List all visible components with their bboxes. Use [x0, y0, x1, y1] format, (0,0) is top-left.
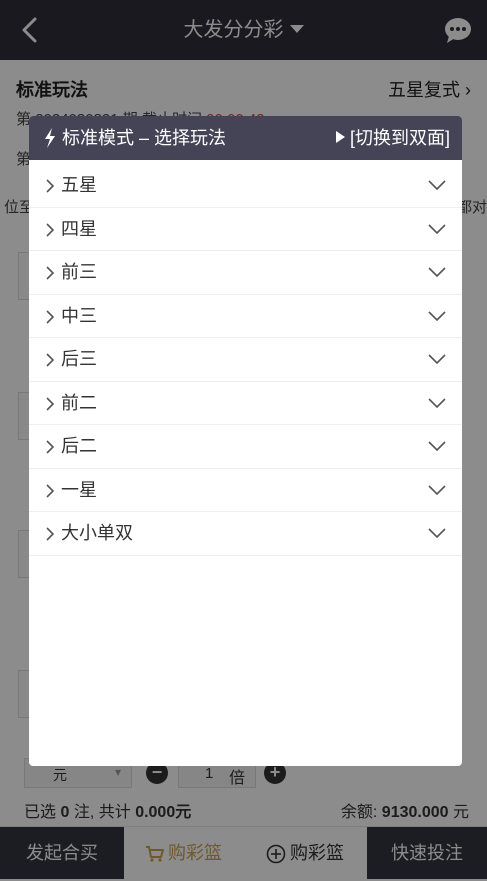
- chevron-right-icon: [46, 353, 55, 367]
- play-method-label: 一星: [61, 479, 97, 500]
- chevron-right-icon: [46, 527, 55, 541]
- chevron-right-icon: [46, 396, 55, 411]
- play-method-item[interactable]: 中三: [29, 295, 462, 338]
- play-method-label: 前二: [61, 392, 97, 413]
- play-method-item[interactable]: 后二: [29, 425, 462, 469]
- chevron-down-icon: [428, 528, 446, 539]
- chevron-down-icon: [428, 310, 446, 321]
- play-method-list: 五星 四星 前三 中三 后三 前二 后二 一星 大小单双: [29, 164, 462, 556]
- play-method-item[interactable]: 大小单双: [29, 512, 462, 556]
- chevron-right-icon: [46, 266, 55, 280]
- play-method-label: 中三: [61, 305, 97, 326]
- chevron-right-icon: [46, 440, 55, 454]
- play-method-item[interactable]: 一星: [29, 469, 462, 512]
- chevron-right-icon: [46, 483, 55, 498]
- chevron-down-icon: [428, 441, 446, 452]
- chevron-right-icon: [46, 309, 55, 324]
- chevron-right-icon: [46, 179, 55, 193]
- play-method-item[interactable]: 五星: [29, 164, 462, 208]
- chevron-right-icon: [46, 222, 55, 237]
- play-method-label: 前三: [61, 262, 97, 282]
- chevron-down-icon: [428, 180, 446, 191]
- chevron-down-icon: [428, 223, 446, 234]
- play-method-label: 后二: [61, 436, 97, 456]
- play-method-label: 大小单双: [61, 523, 133, 543]
- dialog-header: 标准模式 – 选择玩法 [切换到双面]: [29, 116, 462, 160]
- play-method-label: 五星: [61, 175, 97, 195]
- lightning-icon: [45, 128, 55, 148]
- switch-label: [切换到双面]: [349, 128, 450, 148]
- play-method-dialog: 标准模式 – 选择玩法 [切换到双面] 五星 四星 前三 中三 后三 前二 后二…: [29, 116, 462, 766]
- play-method-item[interactable]: 四星: [29, 208, 462, 251]
- chevron-down-icon: [428, 267, 446, 278]
- chevron-down-icon: [428, 397, 446, 408]
- play-method-label: 后三: [61, 349, 97, 369]
- chevron-down-icon: [428, 354, 446, 365]
- play-method-label: 四星: [61, 218, 97, 239]
- chevron-down-icon: [428, 484, 446, 495]
- switch-to-double-side-button[interactable]: [切换到双面]: [335, 116, 450, 160]
- play-method-item[interactable]: 后三: [29, 338, 462, 382]
- play-method-item[interactable]: 前二: [29, 382, 462, 425]
- play-triangle-icon: [335, 131, 345, 144]
- dialog-title: 标准模式 – 选择玩法: [62, 128, 227, 148]
- play-method-item[interactable]: 前三: [29, 251, 462, 295]
